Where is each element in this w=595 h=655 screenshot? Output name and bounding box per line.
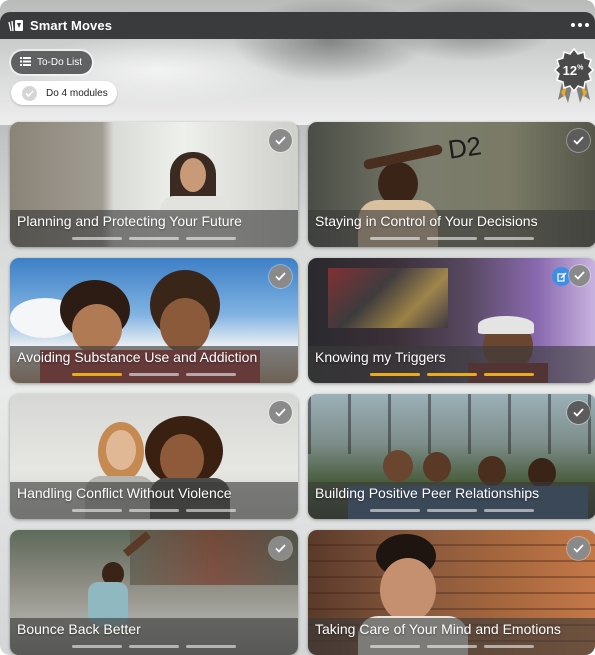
completion-check-icon[interactable] bbox=[269, 265, 292, 288]
module-card[interactable]: Taking Care of Your Mind and Emotions bbox=[308, 530, 595, 655]
completion-check-icon[interactable] bbox=[567, 537, 590, 560]
progress-segment-complete bbox=[72, 373, 122, 376]
progress-segment bbox=[484, 237, 534, 240]
completion-check-icon[interactable] bbox=[269, 401, 292, 424]
module-title: Building Positive Peer Relationships bbox=[315, 485, 540, 501]
progress-badge: 12% bbox=[553, 47, 595, 106]
progress-segment bbox=[186, 645, 236, 648]
todo-list-button[interactable]: To-Do List bbox=[11, 51, 93, 74]
completion-check-icon[interactable] bbox=[567, 129, 590, 152]
progress-segment bbox=[484, 509, 534, 512]
completion-check-icon[interactable] bbox=[569, 265, 590, 286]
dot-icon bbox=[571, 23, 575, 27]
module-card[interactable]: D2 Staying in Control of Your Decisions bbox=[308, 122, 595, 247]
completion-check-icon[interactable] bbox=[567, 401, 590, 424]
module-card[interactable]: Bounce Back Better bbox=[10, 530, 298, 655]
app-title: Smart Moves bbox=[30, 18, 113, 33]
progress-segment bbox=[427, 237, 477, 240]
module-card[interactable]: Planning and Protecting Your Future bbox=[10, 122, 298, 247]
module-title: Staying in Control of Your Decisions bbox=[315, 213, 538, 229]
progress-segment bbox=[427, 645, 477, 648]
progress-segment bbox=[129, 645, 179, 648]
progress-segment bbox=[370, 237, 420, 240]
progress-segment bbox=[427, 509, 477, 512]
app-window: Smart Moves To-Do List Do 4 modules 12% … bbox=[0, 0, 595, 655]
module-title: Knowing my Triggers bbox=[315, 349, 446, 365]
dot-icon bbox=[578, 23, 582, 27]
progress-segment-complete bbox=[370, 373, 420, 376]
module-card[interactable]: Avoiding Substance Use and Addiction bbox=[10, 258, 298, 383]
progress-segment bbox=[186, 509, 236, 512]
badge-suffix: % bbox=[577, 64, 584, 72]
progress-segment bbox=[129, 373, 179, 376]
progress-segment bbox=[484, 645, 534, 648]
progress-segment bbox=[72, 509, 122, 512]
progress-segment-complete bbox=[427, 373, 477, 376]
module-card[interactable]: Knowing my Triggers bbox=[308, 258, 595, 383]
app-logo-icon bbox=[8, 18, 24, 34]
check-icon bbox=[22, 85, 37, 101]
module-title: Avoiding Substance Use and Addiction bbox=[17, 349, 258, 365]
completion-check-icon[interactable] bbox=[269, 537, 292, 560]
progress-segment bbox=[72, 237, 122, 240]
completion-check-icon[interactable] bbox=[269, 129, 292, 152]
progress-segment bbox=[370, 645, 420, 648]
progress-segment bbox=[186, 237, 236, 240]
todo-list-label: To-Do List bbox=[37, 57, 83, 68]
list-icon bbox=[20, 56, 31, 69]
dot-icon bbox=[585, 23, 589, 27]
title-bar: Smart Moves bbox=[0, 12, 595, 39]
progress-segment bbox=[370, 509, 420, 512]
module-title: Bounce Back Better bbox=[17, 621, 141, 637]
progress-segment bbox=[129, 237, 179, 240]
module-card[interactable]: Handling Conflict Without Violence bbox=[10, 394, 298, 519]
module-card[interactable]: Building Positive Peer Relationships bbox=[308, 394, 595, 519]
progress-segment-complete bbox=[484, 373, 534, 376]
task-label: Do 4 modules bbox=[46, 87, 108, 99]
badge-value: 12 bbox=[562, 63, 578, 78]
task-chip[interactable]: Do 4 modules bbox=[11, 81, 117, 105]
progress-segment bbox=[72, 645, 122, 648]
progress-segment bbox=[186, 373, 236, 376]
module-title: Handling Conflict Without Violence bbox=[17, 485, 232, 501]
more-options-button[interactable] bbox=[569, 16, 591, 34]
module-title: Planning and Protecting Your Future bbox=[17, 213, 242, 229]
progress-segment bbox=[129, 509, 179, 512]
module-title: Taking Care of Your Mind and Emotions bbox=[315, 621, 561, 637]
